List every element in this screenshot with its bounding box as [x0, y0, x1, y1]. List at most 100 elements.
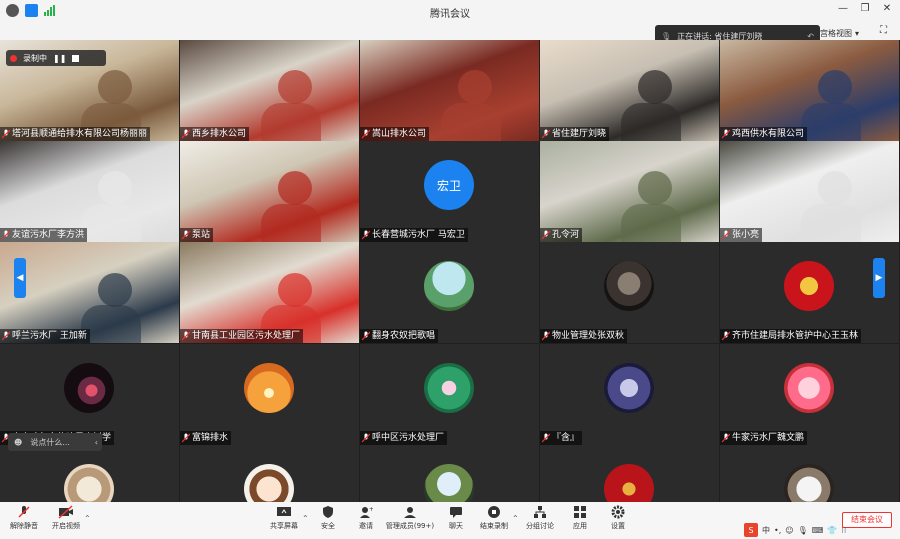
pause-icon[interactable]: ❚❚	[53, 54, 66, 63]
video-button[interactable]: 开启视频	[44, 505, 88, 531]
participant-tile[interactable]: 呼兰污水厂 王加新	[0, 242, 179, 344]
participant-name-bar: 泵站	[180, 228, 214, 243]
settings-button[interactable]: 设置	[596, 505, 640, 531]
unmute-label: 解除静音	[10, 522, 38, 530]
participant-tile[interactable]: 齐齐哈尔市住建局李树学	[0, 343, 179, 445]
chevron-up-icon[interactable]: ⌃	[84, 514, 91, 523]
person-silhouette	[98, 272, 133, 307]
person-silhouette	[638, 70, 673, 105]
participant-name-bar: 甘南县工业园区污水处理厂	[180, 329, 304, 344]
person-body	[800, 203, 861, 243]
participant-tile[interactable]: 嵩山排水公司	[360, 40, 539, 141]
mic-muted-icon	[721, 433, 731, 443]
restore-button[interactable]: ❐	[856, 3, 874, 14]
emoji-icon[interactable]: ☺	[785, 526, 793, 535]
mic-muted-icon	[1, 129, 11, 139]
security-label: 安全	[321, 522, 335, 530]
unmute-button[interactable]: 解除静音	[2, 505, 46, 531]
person-silhouette	[818, 171, 853, 206]
chat-input-bubble[interactable]: ☻ 说点什么... ‹	[8, 433, 102, 451]
members-label: 管理成员(99+)	[385, 522, 435, 530]
mic-muted-icon	[181, 433, 191, 443]
sogou-icon[interactable]: S	[744, 523, 758, 537]
participant-tile[interactable]: 牛家污水厂魏文鹏	[720, 343, 899, 445]
punctuation-icon[interactable]: •,	[774, 526, 781, 535]
collapse-icon[interactable]: ‹	[95, 438, 98, 447]
window-title: 腾讯会议	[430, 9, 470, 20]
record-label: 结束录制	[480, 522, 508, 530]
mic-muted-icon	[541, 331, 551, 341]
members-button[interactable]: 管理成员(99+)	[384, 505, 436, 531]
participant-tile[interactable]: 西乡排水公司	[180, 40, 359, 141]
end-meeting-button[interactable]: 结束会议	[842, 512, 892, 528]
video-feed	[180, 40, 359, 141]
mic-muted-icon	[181, 129, 191, 139]
stop-icon[interactable]	[72, 54, 80, 62]
participant-name: 张小亮	[732, 230, 760, 241]
breakout-icon	[534, 506, 546, 518]
video-feed	[540, 141, 719, 243]
avatar	[784, 261, 834, 312]
participant-tile[interactable]: 泵站	[180, 141, 359, 243]
person-silhouette	[818, 70, 853, 105]
record-icon	[488, 506, 500, 518]
skin-icon[interactable]: 👕	[827, 526, 837, 535]
participant-name-bar: 齐市住建局排水管护中心王玉林	[720, 329, 862, 344]
prev-page-arrow[interactable]: ◀	[14, 258, 26, 298]
participant-tile[interactable]: 省住建厅刘晓	[540, 40, 719, 141]
participant-name-bar: 塔河县顺通给排水有限公司杨丽丽	[0, 127, 151, 141]
participant-tile[interactable]: 宏卫 长春营城污水厂 马宏卫	[360, 141, 539, 243]
mic-muted-icon	[721, 129, 731, 139]
invite-button[interactable]: + 邀请	[344, 505, 388, 531]
person-silhouette	[278, 70, 313, 105]
view-switch-button[interactable]: 宫格视图 ▾	[820, 25, 870, 41]
participant-name: 富锦排水	[192, 432, 229, 443]
emoji-icon[interactable]: ☻	[14, 438, 22, 447]
minimize-button[interactable]: —	[834, 3, 852, 14]
mic-muted-icon	[361, 433, 371, 443]
mic-muted-icon	[721, 331, 731, 341]
participant-name: 友谊污水厂李方洪	[12, 230, 85, 241]
breakout-label: 分组讨论	[526, 522, 554, 530]
fullscreen-icon[interactable]: ⛶	[880, 25, 887, 36]
share-screen-icon	[277, 507, 291, 516]
apps-icon	[574, 506, 586, 518]
share-screen-button[interactable]: 共享屏幕	[262, 505, 306, 531]
mic-icon[interactable]: 🎙	[798, 526, 808, 535]
participant-tile[interactable]: 张小亮	[720, 141, 899, 243]
title-bar: 腾讯会议 — ❐ ✕	[0, 0, 900, 22]
avatar	[244, 362, 294, 413]
participant-tile[interactable]: 富锦排水	[180, 343, 359, 445]
participant-tile[interactable]: 甘南县工业园区污水处理厂	[180, 242, 359, 344]
participant-name-bar: 呼兰污水厂 王加新	[0, 329, 90, 344]
mic-muted-icon	[181, 331, 191, 341]
participant-name-bar: 友谊污水厂李方洪	[0, 228, 88, 243]
mic-muted-icon	[361, 331, 371, 341]
participant-tile[interactable]: 物业管理处张双秋	[540, 242, 719, 344]
participant-tile[interactable]: 孔令河	[540, 141, 719, 243]
breakout-button[interactable]: 分组讨论	[518, 505, 562, 531]
participant-tile[interactable]: 友谊污水厂李方洪	[0, 141, 179, 243]
participant-tile[interactable]: 呼中区污水处理厂	[360, 343, 539, 445]
participant-name-bar: 省住建厅刘晓	[540, 127, 610, 141]
participant-tile[interactable]: 鸡西供水有限公司	[720, 40, 899, 141]
video-feed	[720, 141, 899, 243]
ime-toolbar: S 中 •, ☺ 🎙 ⌨ 👕 ⁝⁝	[744, 523, 846, 537]
keyboard-icon[interactable]: ⌨	[812, 526, 824, 535]
participant-tile[interactable]: 翻身农奴把歌唱	[360, 242, 539, 344]
video-feed	[0, 141, 179, 243]
mic-off-icon	[18, 506, 30, 518]
participant-tile[interactable]: 『含』	[540, 343, 719, 445]
participant-name: 齐市住建局排水管护中心王玉林	[732, 331, 859, 342]
recording-indicator: 录制中 ❚❚	[6, 50, 106, 66]
avatar	[424, 362, 474, 413]
next-page-arrow[interactable]: ▶	[873, 258, 885, 298]
grid-icon[interactable]: ⁝⁝	[841, 526, 846, 535]
close-button[interactable]: ✕	[878, 3, 896, 14]
person-body	[260, 203, 321, 243]
person-silhouette	[278, 272, 313, 307]
ime-mode[interactable]: 中	[762, 525, 770, 536]
end-recording-button[interactable]: 结束录制	[472, 505, 516, 531]
person-silhouette	[638, 171, 673, 206]
participant-name: 甘南县工业园区污水处理厂	[192, 331, 301, 342]
